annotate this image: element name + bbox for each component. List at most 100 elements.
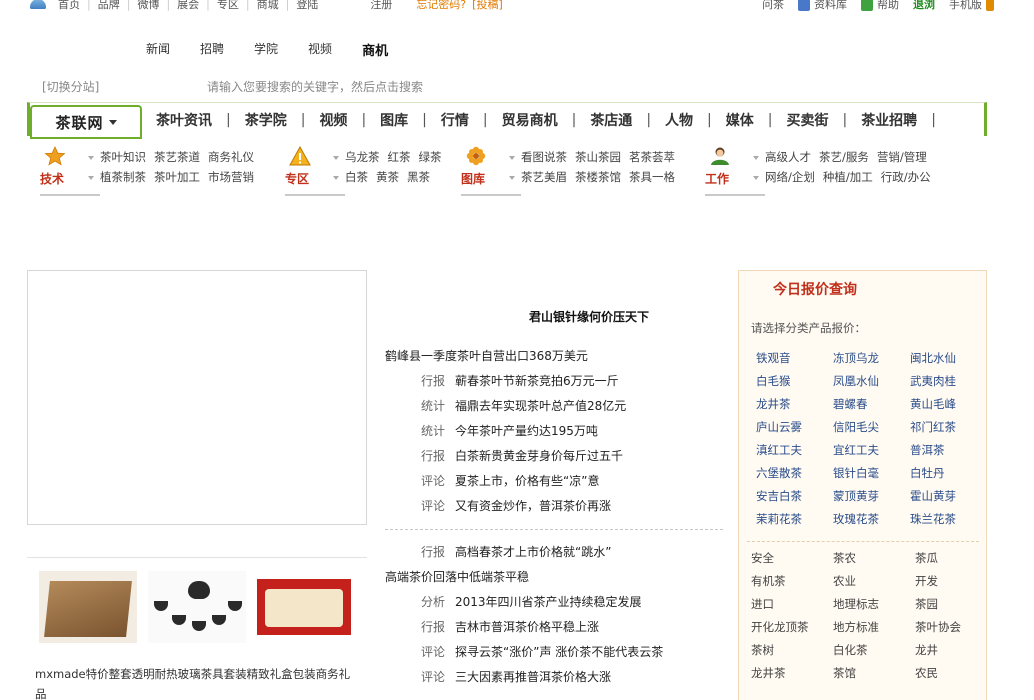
news-lead[interactable]: 鹤峰县一季度茶叶自营出口368万美元 (385, 347, 723, 364)
subnav-link[interactable]: 种植/加工 (823, 170, 873, 184)
tea-price-link[interactable]: 白牡丹 (910, 462, 987, 485)
top-link-weibo[interactable]: 微博 (137, 0, 159, 12)
news-item[interactable]: 行报 高档春茶才上市价格就“跳水” (385, 540, 723, 565)
subnav-link[interactable]: 行政/办公 (881, 170, 931, 184)
subnav-link[interactable]: 茗茶荟萃 (629, 150, 675, 164)
subnav-link[interactable]: 市场营销 (208, 170, 254, 184)
submit-article-link[interactable]: [投稿] (472, 0, 503, 12)
subnav-link[interactable]: 高级人才 (765, 150, 811, 164)
topic-tag-link[interactable]: 安全 (751, 547, 833, 570)
topic-tag-link[interactable]: 茶瓜 (915, 547, 983, 570)
tea-price-link[interactable]: 铁观音 (756, 347, 833, 370)
subnav-link[interactable]: 茶具一格 (629, 170, 675, 184)
tea-price-link[interactable]: 黄山毛峰 (910, 393, 987, 416)
news-item[interactable]: 分析 2013年四川省茶产业持续稳定发展 (385, 590, 723, 615)
tea-price-link[interactable]: 茉莉花茶 (756, 508, 833, 531)
topic-tag-link[interactable]: 龙井 (915, 639, 983, 662)
forgot-password-link[interactable]: 忘记密码? (416, 0, 466, 12)
tea-price-link[interactable]: 普洱茶 (910, 439, 987, 462)
subnav-link[interactable]: 茶楼茶馆 (575, 170, 621, 184)
nav-item[interactable]: 人物 | (665, 110, 726, 130)
topic-tag-link[interactable]: 有机茶 (751, 570, 833, 593)
search-tab-academy[interactable]: 学院 (254, 40, 278, 59)
subnav-link[interactable]: 茶叶知识 (100, 150, 146, 164)
search-tab-news[interactable]: 新闻 (146, 40, 170, 59)
login-link[interactable]: 登陆 (296, 0, 318, 12)
subnav-link[interactable]: 茶艺美眉 (521, 170, 567, 184)
nav-item[interactable]: 贸易商机 | (502, 110, 591, 130)
register-link[interactable]: 注册 (370, 0, 392, 12)
topic-tag-link[interactable]: 农业 (833, 570, 915, 593)
nav-item[interactable]: 图库 | (380, 110, 441, 130)
news-lead-2[interactable]: 高端茶价回落中低端茶平稳 (385, 565, 723, 590)
news-item[interactable]: 统计 福鼎去年实现茶叶总产值28亿元 (385, 394, 723, 419)
top-link-mall[interactable]: 商城 (257, 0, 279, 12)
search-tab-jobs[interactable]: 招聘 (200, 40, 224, 59)
subnav-link[interactable]: 白茶 (345, 170, 368, 184)
topic-tag-link[interactable]: 茶树 (751, 639, 833, 662)
nav-item[interactable]: 茶业招聘 | (861, 110, 950, 130)
news-item[interactable]: 评论 夏茶上市，价格有些“凉”意 (385, 469, 723, 494)
tea-price-link[interactable]: 信阳毛尖 (833, 416, 910, 439)
tea-price-link[interactable]: 蒙顶黄芽 (833, 485, 910, 508)
topic-tag-link[interactable]: 农民 (915, 662, 983, 685)
product-title-link[interactable]: mxmade特价整套透明耐热玻璃茶具套装精致礼盒包装商务礼品 (35, 664, 355, 700)
tea-price-link[interactable]: 安吉白茶 (756, 485, 833, 508)
topic-tag-link[interactable]: 白化茶 (833, 639, 915, 662)
subnav-link[interactable]: 看图说茶 (521, 150, 567, 164)
top-link-mobile[interactable]: 手机版 (949, 0, 994, 12)
top-link-library[interactable]: 资料库 (798, 0, 847, 12)
nav-item[interactable]: 买卖街 | (786, 110, 861, 130)
top-link-help[interactable]: 帮助 (861, 0, 899, 12)
topic-tag-link[interactable]: 龙井茶 (751, 662, 833, 685)
tea-price-link[interactable]: 祁门红茶 (910, 416, 987, 439)
tea-price-link[interactable]: 玫瑰花茶 (833, 508, 910, 531)
news-item[interactable]: 行报 蕲春茶叶节新茶竞拍6万元一斤 (385, 369, 723, 394)
topic-tag-link[interactable]: 茶馆 (833, 662, 915, 685)
news-item[interactable]: 评论 探寻云茶“涨价”声 涨价茶不能代表云茶 (385, 640, 723, 665)
subnav-link[interactable]: 绿茶 (419, 150, 442, 164)
subnav-link[interactable]: 黑茶 (407, 170, 430, 184)
tea-price-link[interactable]: 龙井茶 (756, 393, 833, 416)
product-image-gift-box[interactable] (39, 571, 137, 643)
subnav-link[interactable]: 网络/企划 (765, 170, 815, 184)
top-link-brand[interactable]: 品牌 (98, 0, 120, 12)
tea-price-link[interactable]: 庐山云雾 (756, 416, 833, 439)
topic-tag-link[interactable]: 茶叶协会 (915, 616, 983, 639)
subnav-link[interactable]: 植茶制茶 (100, 170, 146, 184)
brand-dropdown[interactable]: 茶联网 (30, 105, 142, 137)
product-image-tea-set[interactable] (148, 571, 246, 643)
subnav-link[interactable]: 茶艺/服务 (819, 150, 869, 164)
nav-item[interactable]: 视频 | (319, 110, 380, 130)
news-headline[interactable]: 君山银针缘何价压天下 (455, 308, 723, 325)
search-tab-video[interactable]: 视频 (308, 40, 332, 59)
news-item[interactable]: 统计 今年茶叶产量约达195万吨 (385, 419, 723, 444)
tea-price-link[interactable]: 武夷肉桂 (910, 370, 987, 393)
topic-tag-link[interactable]: 开化龙顶茶 (751, 616, 833, 639)
top-link-zone[interactable]: 专区 (217, 0, 239, 12)
nav-item[interactable]: 媒体 | (726, 110, 787, 130)
subnav-link[interactable]: 商务礼仪 (208, 150, 254, 164)
nav-item[interactable]: 茶叶资讯 | (156, 110, 245, 130)
topic-tag-link[interactable]: 茶园 (915, 593, 983, 616)
top-link-ask[interactable]: 问茶 (762, 0, 784, 12)
subnav-link[interactable]: 茶叶加工 (154, 170, 200, 184)
search-tab-business[interactable]: 商机 (362, 40, 388, 59)
subnav-link[interactable]: 茶艺茶道 (154, 150, 200, 164)
nav-item[interactable]: 茶学院 | (245, 110, 320, 130)
ad-banner-placeholder[interactable] (27, 270, 367, 525)
tea-price-link[interactable]: 凤凰水仙 (833, 370, 910, 393)
switch-site-link[interactable]: [切换分站] (42, 78, 99, 95)
product-image-red-box[interactable] (257, 571, 355, 643)
top-link-home[interactable]: 首页 (58, 0, 80, 12)
tea-price-link[interactable]: 宜红工夫 (833, 439, 910, 462)
topic-tag-link[interactable]: 地理标志 (833, 593, 915, 616)
top-link-expo[interactable]: 展会 (177, 0, 199, 12)
subnav-link[interactable]: 营销/管理 (877, 150, 927, 164)
top-link-exit[interactable]: 退浏 (913, 0, 935, 12)
subnav-link[interactable]: 红茶 (388, 150, 411, 164)
topic-tag-link[interactable]: 地方标准 (833, 616, 915, 639)
news-item[interactable]: 行报 吉林市普洱茶价格平稳上涨 (385, 615, 723, 640)
tea-price-link[interactable]: 闽北水仙 (910, 347, 987, 370)
tea-price-link[interactable]: 白毛猴 (756, 370, 833, 393)
